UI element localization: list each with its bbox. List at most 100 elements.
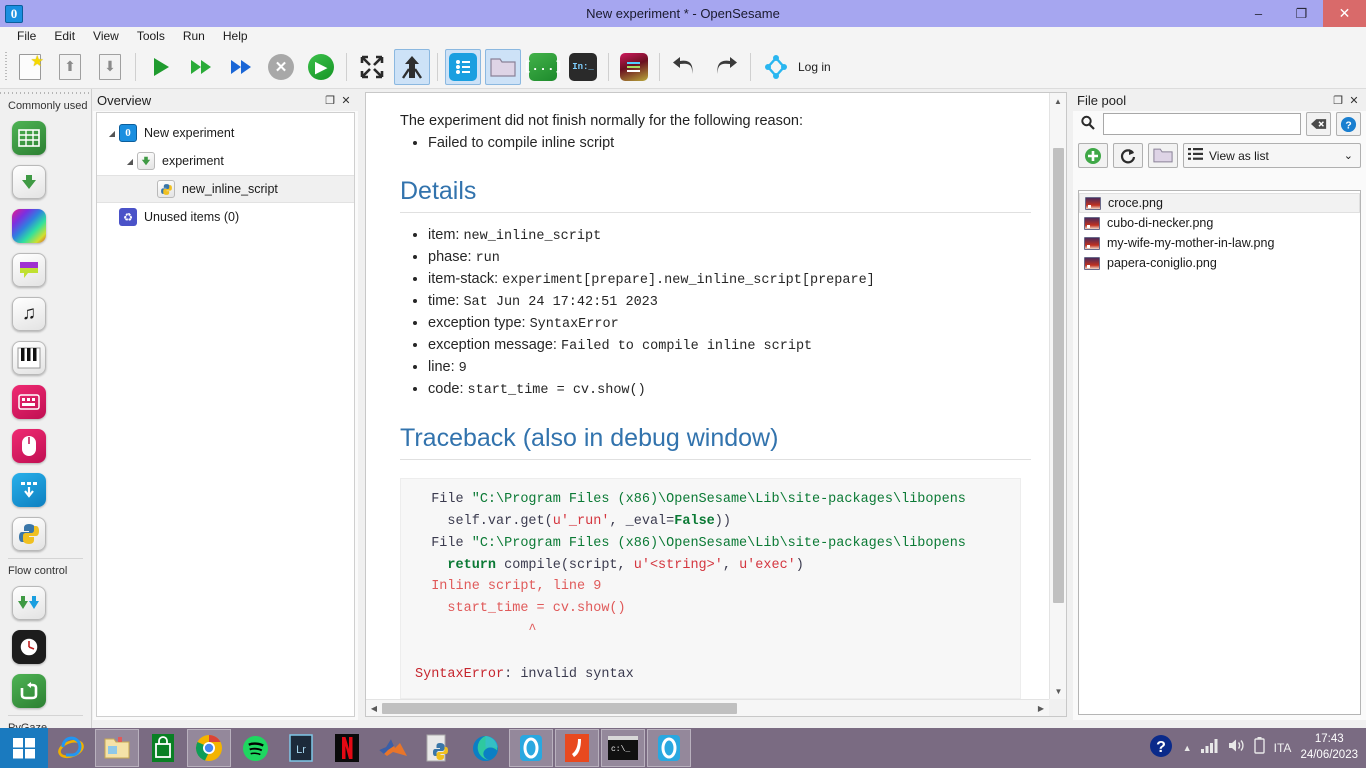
tray-chevron-up-icon[interactable]: ▲	[1183, 743, 1192, 753]
taskbar-microsoft-edge[interactable]	[463, 729, 507, 767]
palette-item-sampler[interactable]: ♫	[10, 292, 48, 336]
chevron-down-icon[interactable]: ⌄	[1344, 149, 1356, 162]
palette-item-feedback[interactable]	[10, 248, 48, 292]
scroll-up-button[interactable]: ▲	[1050, 93, 1066, 109]
toggle-variable-inspector-button[interactable]: [...]	[524, 49, 563, 85]
expand-arrow-icon[interactable]: ◢	[105, 129, 119, 138]
taskbar-file-explorer[interactable]	[95, 729, 139, 767]
toggle-file-pool-button[interactable]	[485, 48, 521, 85]
undo-button[interactable]	[667, 49, 703, 85]
file-pool-item[interactable]: papera-coniglio.png	[1079, 253, 1360, 273]
menu-help[interactable]: Help	[214, 28, 257, 44]
stop-button[interactable]: ✕	[263, 49, 299, 85]
palette-item-loop[interactable]	[10, 116, 48, 160]
scroll-down-button[interactable]: ▼	[1050, 683, 1067, 699]
palette-grip[interactable]	[0, 89, 91, 96]
toggle-overview-button[interactable]	[445, 48, 481, 85]
menu-tools[interactable]: Tools	[128, 28, 174, 44]
palette-item-reset-feedback[interactable]	[10, 625, 48, 669]
taskbar-clock[interactable]: 17:43 24/06/2023	[1300, 732, 1358, 763]
open-folder-button[interactable]	[1148, 143, 1178, 168]
taskbar-python[interactable]	[417, 729, 461, 767]
overview-close-button[interactable]: ✕	[339, 93, 353, 107]
palette-item-keyboard-response[interactable]	[10, 380, 48, 424]
menu-file[interactable]: File	[8, 28, 45, 44]
taskbar-lightroom[interactable]: Lr	[279, 729, 323, 767]
taskbar-command-prompt[interactable]: c:\_	[601, 729, 645, 767]
file-pool-help-button[interactable]: ?	[1336, 112, 1361, 136]
file-pool-item-label: croce.png	[1108, 196, 1163, 210]
toolbar-grip[interactable]	[2, 51, 10, 82]
editor-vertical-scrollbar[interactable]: ▲ ▼	[1049, 93, 1066, 699]
editor-horizontal-scrollbar[interactable]: ◀ ▶	[366, 699, 1049, 716]
save-experiment-button[interactable]: ⬇	[92, 49, 128, 85]
taskbar-spotify[interactable]	[233, 729, 277, 767]
palette-item-sketchpad[interactable]	[10, 204, 48, 248]
taskbar-jetbrains[interactable]	[555, 729, 599, 767]
file-pool-list[interactable]: croce.png cubo-di-necker.png my-wife-my-mo…	[1078, 190, 1361, 715]
open-experiment-button[interactable]: ⬆	[52, 49, 88, 85]
help-question-icon[interactable]: ?	[1148, 733, 1174, 764]
view-mode-select[interactable]: View as list ⌄	[1183, 143, 1361, 168]
language-indicator[interactable]: ITA	[1274, 741, 1292, 755]
palette-item-coroutines[interactable]	[10, 669, 48, 713]
horizontal-scroll-thumb[interactable]	[382, 702, 737, 714]
refresh-button[interactable]	[1113, 143, 1143, 168]
overview-float-button[interactable]: ❐	[323, 93, 337, 107]
toggle-stdout-button[interactable]	[616, 49, 652, 85]
tree-node-unused-items[interactable]: ♻ Unused items (0)	[97, 203, 354, 231]
taskbar-opensesame-2[interactable]	[647, 729, 691, 767]
search-input[interactable]	[1103, 113, 1301, 135]
run-fullscreen-button[interactable]	[143, 49, 179, 85]
scroll-left-button[interactable]: ◀	[366, 704, 382, 713]
taskbar-internet-explorer[interactable]	[49, 729, 93, 767]
palette-item-logger[interactable]	[10, 468, 48, 512]
login-label[interactable]: Log in	[798, 60, 831, 74]
palette-item-repeat-cycle[interactable]	[10, 581, 48, 625]
palette-item-sequence[interactable]	[10, 160, 48, 204]
file-pool-item[interactable]: cubo-di-necker.png	[1079, 213, 1360, 233]
redo-button[interactable]	[707, 49, 743, 85]
taskbar-google-chrome[interactable]	[187, 729, 231, 767]
tree-node-experiment[interactable]: ◢ experiment	[97, 147, 354, 175]
menu-view[interactable]: View	[84, 28, 128, 44]
login-button[interactable]	[758, 49, 794, 85]
menu-run[interactable]: Run	[174, 28, 214, 44]
palette-item-synth[interactable]	[10, 336, 48, 380]
signal-bars-icon[interactable]	[1200, 738, 1219, 758]
palette-item-inline-script[interactable]	[10, 512, 48, 556]
file-pool-item[interactable]: my-wife-my-mother-in-law.png	[1079, 233, 1360, 253]
minimize-button[interactable]: –	[1237, 0, 1280, 27]
expand-arrow-icon[interactable]: ◢	[123, 157, 137, 166]
speaker-icon[interactable]	[1228, 738, 1245, 758]
windows-start-icon[interactable]	[0, 728, 48, 768]
vertical-scroll-thumb[interactable]	[1053, 148, 1064, 603]
close-button[interactable]: ✕	[1323, 0, 1366, 27]
taskbar-netflix[interactable]	[325, 729, 369, 767]
detail-key: item-stack:	[428, 271, 503, 287]
tree-node-new-experiment[interactable]: ◢ 0 New experiment	[97, 119, 354, 147]
run-button[interactable]: ▶	[303, 49, 339, 85]
maximize-button[interactable]: ❐	[1280, 0, 1323, 27]
traceback-line	[415, 642, 1006, 664]
battery-icon[interactable]	[1253, 737, 1265, 759]
file-pool-float-button[interactable]: ❐	[1331, 93, 1345, 107]
toggle-fullscreen-button[interactable]	[354, 49, 390, 85]
taskbar-matlab[interactable]	[371, 729, 415, 767]
file-pool-item[interactable]: croce.png	[1079, 193, 1360, 213]
clear-search-button[interactable]	[1306, 112, 1331, 136]
run-quick-button[interactable]	[223, 49, 259, 85]
overview-tree[interactable]: ◢ 0 New experiment ◢ experiment new_inli…	[96, 112, 355, 717]
taskbar-opensesame[interactable]	[509, 729, 553, 767]
run-in-window-button[interactable]	[183, 49, 219, 85]
add-file-button[interactable]	[1078, 143, 1108, 168]
tree-node-new-inline-script[interactable]: new_inline_script	[97, 175, 354, 203]
toggle-debug-window-button[interactable]: In:_	[565, 49, 601, 85]
file-pool-close-button[interactable]: ✕	[1347, 93, 1361, 107]
toggle-merge-button[interactable]	[394, 48, 430, 85]
new-experiment-button[interactable]	[12, 49, 48, 85]
scroll-right-button[interactable]: ▶	[1033, 704, 1049, 713]
taskbar-microsoft-store[interactable]	[141, 729, 185, 767]
menu-edit[interactable]: Edit	[45, 28, 84, 44]
palette-item-mouse-response[interactable]	[10, 424, 48, 468]
